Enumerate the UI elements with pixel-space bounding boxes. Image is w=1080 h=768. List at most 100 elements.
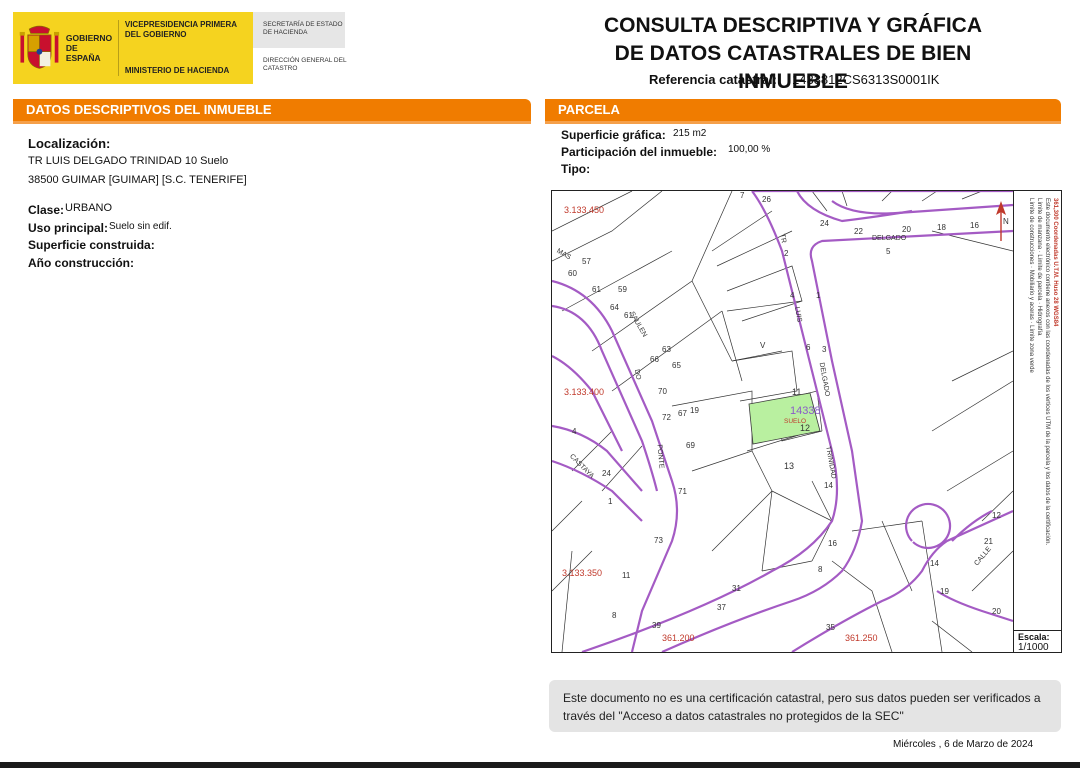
parcel-number: 16: [828, 539, 837, 548]
parcel-number: 73: [654, 536, 663, 545]
parcel-number: 24: [602, 469, 611, 478]
uso-label: Uso principal:: [28, 221, 109, 235]
parcel-number: 4: [572, 427, 577, 436]
parcel-number: 11: [622, 571, 631, 580]
legend-item: Mobiliario y aceras: [1028, 269, 1034, 320]
title-line-2: DE DATOS CATASTRALES DE BIEN INMUEBLE: [614, 42, 972, 93]
parcel-number: 19: [940, 587, 949, 596]
parcel-number: 69: [686, 441, 695, 450]
parcel-number: 16: [970, 221, 979, 230]
parcel-number: 18: [937, 223, 946, 232]
legend-item: Límite zona verde: [1028, 325, 1034, 373]
parcel-number: 31: [732, 584, 741, 593]
parcel-number: 1: [816, 291, 821, 300]
parcel-number: 65: [672, 361, 681, 370]
parcel-number: 26: [762, 195, 771, 204]
participacion-value: 100,00 %: [728, 144, 771, 155]
parcel-number: 71: [678, 487, 687, 496]
parcel-id-label: 14338: [790, 405, 821, 417]
ref-value: 1433812CS6313S0001IK: [792, 72, 940, 87]
superficie-grafica-label: Superficie gráfica:: [561, 128, 666, 142]
localizacion-label: Localización:: [28, 136, 111, 151]
document-date: Miércoles , 6 de Marzo de 2024: [893, 739, 1034, 750]
parcel-number: 3: [822, 345, 827, 354]
parcel-number: 2: [784, 249, 789, 258]
bottom-strip: [0, 762, 1080, 768]
parcela-bar: PARCELA: [545, 99, 1061, 121]
street-label: TR: [778, 233, 787, 244]
legend-coord-line: 361,300 Coordenadas U.T.M. Huso 28 WGS84: [1052, 198, 1058, 327]
parcel-number: 60: [568, 269, 577, 278]
legend-item: Límite de parcela: [1036, 254, 1042, 301]
parcel-number: 61: [592, 285, 601, 294]
clase-value: URBANO: [65, 202, 113, 214]
secretaria-text: SECRETARÍA DE ESTADO DE HACIENDA: [263, 21, 343, 36]
vicepresidencia-text: VICEPRESIDENCIA PRIMERA DEL GOBIERNO: [124, 20, 237, 39]
parcel-number: V: [760, 341, 766, 350]
secretaria-logo: SECRETARÍA DE ESTADO DE HACIENDA: [253, 12, 345, 48]
legend-item: Límite de manzana: [1036, 198, 1042, 250]
parcela-title: PARCELA: [558, 102, 620, 117]
legend-item: Límite de construcciones: [1028, 198, 1034, 265]
gobierno-logo: GOBIERNO DE ESPAÑA VICEPRESIDENCIA PRIME…: [13, 12, 253, 84]
parcel-number: 7: [740, 191, 745, 200]
ref-label: Referencia catastral:: [649, 72, 777, 87]
parcel-number: 13: [784, 461, 795, 471]
parcel-number: 61: [624, 311, 633, 320]
parcel-number: 59: [618, 285, 627, 294]
parcel-number: 11: [792, 387, 802, 397]
parcel-number: 14: [930, 559, 939, 568]
parcel-number: 72: [662, 413, 671, 422]
superficie-construida-label: Superficie construida:: [28, 238, 155, 252]
parcel-number: 20: [992, 607, 1001, 616]
scale-value: 1/1000: [1018, 642, 1049, 653]
cadastral-map[interactable]: 3.133.450 3.133.400 3.133.350 361.200 36…: [551, 190, 1062, 653]
uso-value: Suelo sin edif.: [109, 221, 172, 232]
tipo-label: Tipo:: [561, 162, 591, 176]
notice-line-2: través del "Acceso a datos catastrales n…: [563, 709, 904, 723]
north-label: N: [1003, 217, 1009, 226]
parcel-number: 8: [818, 565, 823, 574]
parcel-number: 8: [612, 611, 617, 620]
datos-descriptivos-bar: DATOS DESCRIPTIVOS DEL INMUEBLE: [13, 99, 531, 121]
parcel-number: 1: [608, 497, 613, 506]
street-label: DELGADO: [872, 235, 907, 242]
parcel-number: 12: [992, 511, 1001, 520]
parcel-number: 64: [610, 303, 619, 312]
address-line-2: 38500 GUIMAR [GUIMAR] [S.C. TENERIFE]: [28, 174, 247, 186]
direccion-text: DIRECCIÓN GENERAL DEL CATASTRO: [263, 57, 347, 72]
scale-label: Escala:: [1018, 632, 1050, 642]
parcel-number: 70: [658, 387, 667, 396]
left-bar-underline: [13, 121, 531, 124]
parcel-number: 66: [650, 355, 659, 364]
parcel-number: 67: [678, 409, 687, 418]
coat-of-arms-icon: [19, 25, 60, 69]
parcel-number: 20: [902, 225, 911, 234]
coord-label: 361.250: [845, 633, 878, 643]
parcel-number: 22: [854, 227, 863, 236]
coord-label: 361.200: [662, 633, 695, 643]
parcel-number: 39: [652, 621, 661, 630]
parcel-number: 6: [806, 343, 811, 352]
ministerio-text: MINISTERIO DE HACIENDA: [124, 66, 230, 75]
parcel-number: 57: [582, 257, 591, 266]
parcel-number: 14: [824, 481, 833, 490]
parcel-number: 21: [984, 537, 993, 546]
address-line-1: TR LUIS DELGADO TRINIDAD 10 Suelo: [28, 155, 229, 167]
coord-label: 3.133.350: [562, 568, 603, 578]
map-drawing: [552, 191, 1013, 652]
legend-item: Hidrografía: [1036, 305, 1042, 336]
superficie-grafica-value: 215 m2: [673, 128, 707, 139]
disclaimer-notice: Este documento no es una certificación c…: [549, 680, 1061, 732]
parcel-type-tag: SUELO: [784, 418, 807, 425]
parcel-number: 4: [790, 291, 795, 300]
scale-box: Escala: 1/1000: [1013, 630, 1062, 653]
participacion-label: Participación del inmueble:: [561, 145, 718, 159]
direccion-logo: DIRECCIÓN GENERAL DEL CATASTRO: [263, 57, 353, 73]
parcel-number: 63: [662, 345, 671, 354]
logo-divider: [118, 20, 119, 76]
anio-construccion-label: Año construcción:: [28, 256, 135, 270]
legend-note: Este documento electrónico contiene anex…: [1044, 198, 1050, 546]
coord-label: 3.133.450: [564, 205, 605, 215]
notice-line-1: Este documento no es una certificación c…: [563, 691, 1041, 705]
